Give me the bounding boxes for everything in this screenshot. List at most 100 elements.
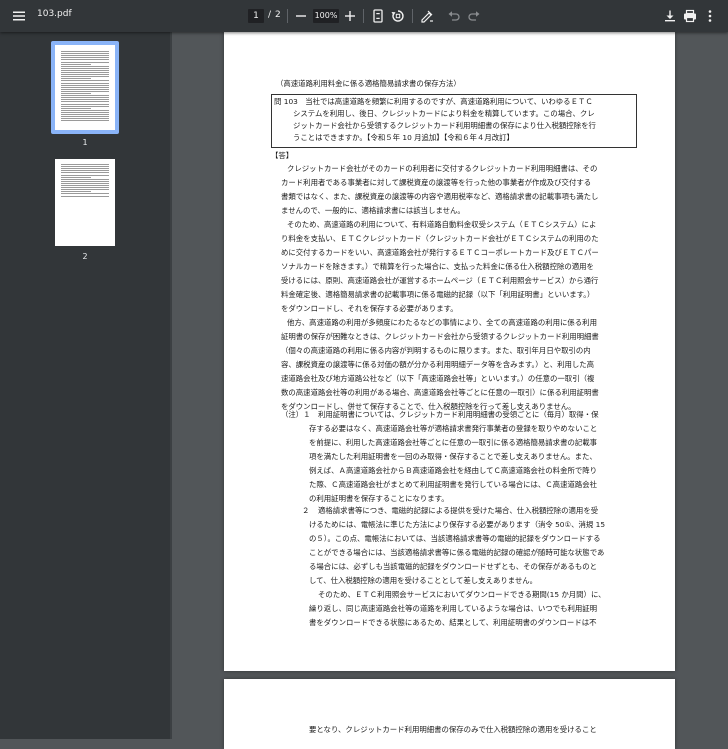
thumbnail-text-line <box>61 120 109 122</box>
thumbnail-text-line <box>61 103 109 105</box>
thumbnail-text-line <box>61 82 109 84</box>
page-separator: / <box>268 10 272 20</box>
body-text-line: そのため、高速道路の利用について、有料道路自動料金収受システム（ＥＴＣシステム）… <box>287 220 597 229</box>
section-heading: （高速道路利用料金に係る適格簡易請求書の保存方法） <box>276 79 461 88</box>
menu-icon[interactable] <box>11 8 27 24</box>
thumbnail-text-line <box>61 65 109 67</box>
page-thumbnail-2[interactable] <box>55 159 115 246</box>
thumbnail-text-line <box>61 176 91 178</box>
thumbnail-text-line <box>61 178 109 180</box>
toolbar-divider <box>412 9 413 23</box>
note-2-text-line: 適格請求書等につき、電磁的記録による提供を受けた場合、仕入税額控除の適用を受 <box>318 506 599 515</box>
question-text-line: ジットカード会社から受領するクレジットカード利用明細書の保存により仕入税額控除を… <box>293 121 596 130</box>
body-text-line: 証明書の保存が困難なときは、クレジットカード会社から受領するクレジットカード利用… <box>281 332 599 341</box>
thumbnail-text-line <box>61 95 109 97</box>
body-text-line: をダウンロードし、それを保存する必要があります。 <box>281 304 458 313</box>
thumbnail-text-line <box>61 51 109 52</box>
thumbnail-label-2: 2 <box>82 252 88 261</box>
question-text-line: うことはできますか。【令和５年 10 月追加】【令和６年４月改訂】 <box>293 133 514 142</box>
more-icon[interactable] <box>702 8 718 24</box>
thumbnail-text-line <box>61 170 109 172</box>
thumbnail-text-line <box>61 63 91 65</box>
thumbnail-text-line <box>61 90 109 92</box>
page-2-text-line: 要となり、クレジットカード利用明細書の保存のみで仕入税額控除の適用を受けること <box>309 725 597 734</box>
note-label: （注）１ <box>281 410 311 419</box>
thumbnail-text-line <box>61 172 109 174</box>
thumbnail-text-line <box>61 107 91 109</box>
thumbnail-text-line <box>61 72 109 73</box>
thumbnail-text-line <box>61 114 109 115</box>
fit-page-icon[interactable] <box>370 8 386 24</box>
zoom-in-icon[interactable] <box>342 8 358 24</box>
note-2-text-line: そのため、ＥＴＣ利用照会サービスにおいてダウンロードできる期間(15 か月間）に… <box>318 590 606 599</box>
thumbnail-text-line <box>61 105 109 107</box>
question-text-line: 問 103 当社では高速道路を頻繁に利用するのですが、高速道路利用について、いわ… <box>274 97 593 106</box>
note-1-text-line: 項を満たした利用証明書を一回のみ取得・保存することで差し支えありません。また、 <box>309 452 597 461</box>
body-text-line: カード利用者である事業者に対して課税資産の譲渡等を行った他の事業者が作成及び交付… <box>281 178 592 187</box>
thumbnail-text-line <box>61 168 109 170</box>
body-text-line: り料金を支払い、ＥＴＣクレジットカード（クレジットカード会社がＥＴＣシステムの利… <box>281 234 599 243</box>
thumbnail-text-line <box>61 185 109 186</box>
thumbnail-text-line <box>61 86 109 88</box>
thumbnail-text-line <box>61 118 109 120</box>
note-2-text-line: けるためには、電帳法に準じた方法により保存する必要があります（消令 50①、消規… <box>309 520 606 529</box>
thumbnail-text-line <box>61 53 109 55</box>
thumbnail-text-line <box>61 78 91 80</box>
download-icon[interactable] <box>662 8 678 24</box>
body-text-line: （個々の高速道路の利用に係る内容が判明するものに限ります。また、取引年月日や取引… <box>281 346 591 355</box>
thumbnail-text-line <box>61 80 109 82</box>
thumbnail-text-line <box>61 111 109 113</box>
thumbnail-text-line <box>61 69 109 71</box>
thumbnail-text-line <box>61 180 109 182</box>
page-thumbnail-1[interactable] <box>55 45 115 130</box>
body-text-line: ませんので、一般的に、適格請求書には該当しません。 <box>281 206 465 215</box>
thumbnail-text-line <box>61 74 109 76</box>
annotate-icon[interactable] <box>419 8 435 24</box>
note-2-text-line: 書をダウンロードできる状態にあるため、結果として、利用証明書のダウンロードは不 <box>309 618 597 627</box>
thumbnail-text-line <box>61 93 91 94</box>
body-text-line: 他方、高速道路の利用が多頻度にわたるなどの事情により、全ての高速道路の利用に係る… <box>287 318 597 327</box>
note-1-text-line: 例えば、Ａ高速道路会社からＢ高速道路会社を経由してＣ高速道路会社の料金所で降り <box>309 466 598 475</box>
redo-icon[interactable] <box>466 8 482 24</box>
total-pages: 2 <box>275 10 281 20</box>
thumbnail-text-line <box>61 166 109 168</box>
note-1-text-line: 利用証明書については、クレジットカード利用明細書の受領ごとに（毎月）取得・保 <box>318 410 599 419</box>
body-text-line: 料金確定後、適格簡易請求書の記載事項に係る電磁的記録（以下「利用証明書」といいま… <box>281 290 595 299</box>
toolbar-divider <box>363 9 364 23</box>
thumbnail-text-line <box>61 59 109 61</box>
thumbnail-text-line <box>61 116 109 118</box>
body-text-line: クレジットカード会社がそのカードの利用者に交付するクレジットカード利用明細書は、… <box>287 164 598 173</box>
thumbnail-text-line <box>61 195 109 197</box>
note-2-label: ２ <box>302 506 310 515</box>
question-text-line: システムを利用し、後日、クレジットカードにより料金を精算しています。この場合、ク… <box>293 109 595 118</box>
print-icon[interactable] <box>682 8 698 24</box>
thumbnail-text-line <box>61 88 109 90</box>
thumbnail-text-line <box>61 76 109 78</box>
thumbnail-text-line <box>61 99 109 101</box>
rotate-icon[interactable] <box>390 8 406 24</box>
thumbnail-label-1: 1 <box>82 138 88 147</box>
note-1-text-line: の利用証明書を保存することになります。 <box>309 494 449 503</box>
thumbnail-text-line <box>61 193 109 195</box>
zoom-out-icon[interactable] <box>293 8 309 24</box>
thumbnail-text-line <box>61 182 109 184</box>
thumbnail-text-line <box>61 57 109 59</box>
thumbnail-text-line <box>61 55 109 57</box>
body-text-line: 数の高速道路会社等の利用がある場合、高速道路会社等ごとに任意の一取引）に係る利用… <box>281 388 599 397</box>
note-2-text-line: して、仕入税額控除の適用を受けることとして差し支えありません。 <box>309 576 538 585</box>
note-2-text-line: 繰り返し、同じ高速道路会社等の道路を利用しているような場合は、いつでも利用証明 <box>309 604 598 613</box>
thumbnail-text-line <box>61 101 109 103</box>
note-1-text-line: を前提に、利用した高速道路会社等ごとに任意の一取引に係る適格簡易請求書の記載事 <box>309 438 598 447</box>
sidebar-divider <box>170 32 172 739</box>
undo-icon[interactable] <box>446 8 462 24</box>
note-2-text-line: の５）。この点、電帳法においては、当該適格請求書等の電磁的記録をダウンロードする <box>309 534 601 543</box>
thumbnail-text-line <box>61 109 109 111</box>
thumbnail-text-line <box>61 164 109 165</box>
page-number-input[interactable]: 1 <box>248 9 264 23</box>
thumbnail-text-line <box>61 67 109 69</box>
note-1-text-line: た際、Ｃ高速道路会社がまとめて利用証明書を発行している場合には、Ｃ高速道路会社 <box>309 480 598 489</box>
body-text-line: 速道路会社及び地方道路公社など（以下「高速道路会社等」といいます。）の任意の一取… <box>281 374 595 383</box>
thumbnail-text-line <box>61 189 109 191</box>
zoom-input[interactable]: 100% <box>313 9 339 23</box>
note-2-text-line: ことができる場合には、当該適格請求書等に係る電磁的記録の確認が随時可能な状態であ <box>309 548 605 557</box>
